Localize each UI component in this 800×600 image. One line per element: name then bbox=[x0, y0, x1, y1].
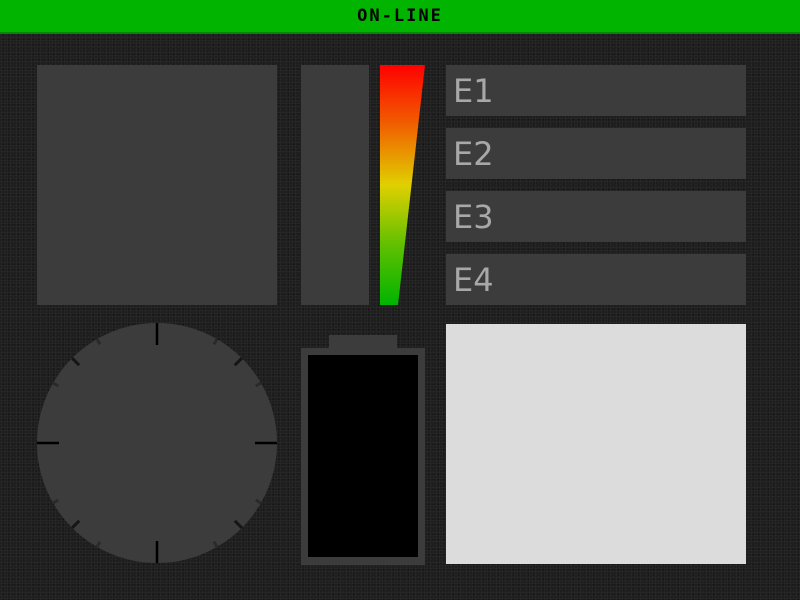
display-panel bbox=[37, 65, 277, 305]
e3-button-label: E3 bbox=[453, 197, 494, 236]
battery-icon bbox=[301, 335, 425, 565]
e1-button-label: E1 bbox=[453, 71, 494, 110]
e1-button[interactable]: E1 bbox=[446, 65, 746, 116]
level-track bbox=[301, 65, 369, 305]
e4-button[interactable]: E4 bbox=[446, 254, 746, 305]
dial-gauge bbox=[37, 323, 277, 563]
output-screen bbox=[446, 324, 746, 564]
e2-button-label: E2 bbox=[453, 134, 494, 173]
e3-button[interactable]: E3 bbox=[446, 191, 746, 242]
status-text: ON-LINE bbox=[357, 6, 443, 26]
e2-button[interactable]: E2 bbox=[446, 128, 746, 179]
status-bar: ON-LINE bbox=[0, 0, 800, 34]
level-meter-fill bbox=[380, 65, 425, 305]
battery-terminal bbox=[329, 335, 397, 349]
battery-fill bbox=[308, 355, 418, 557]
e4-button-label: E4 bbox=[453, 260, 494, 299]
level-meter bbox=[380, 65, 425, 305]
